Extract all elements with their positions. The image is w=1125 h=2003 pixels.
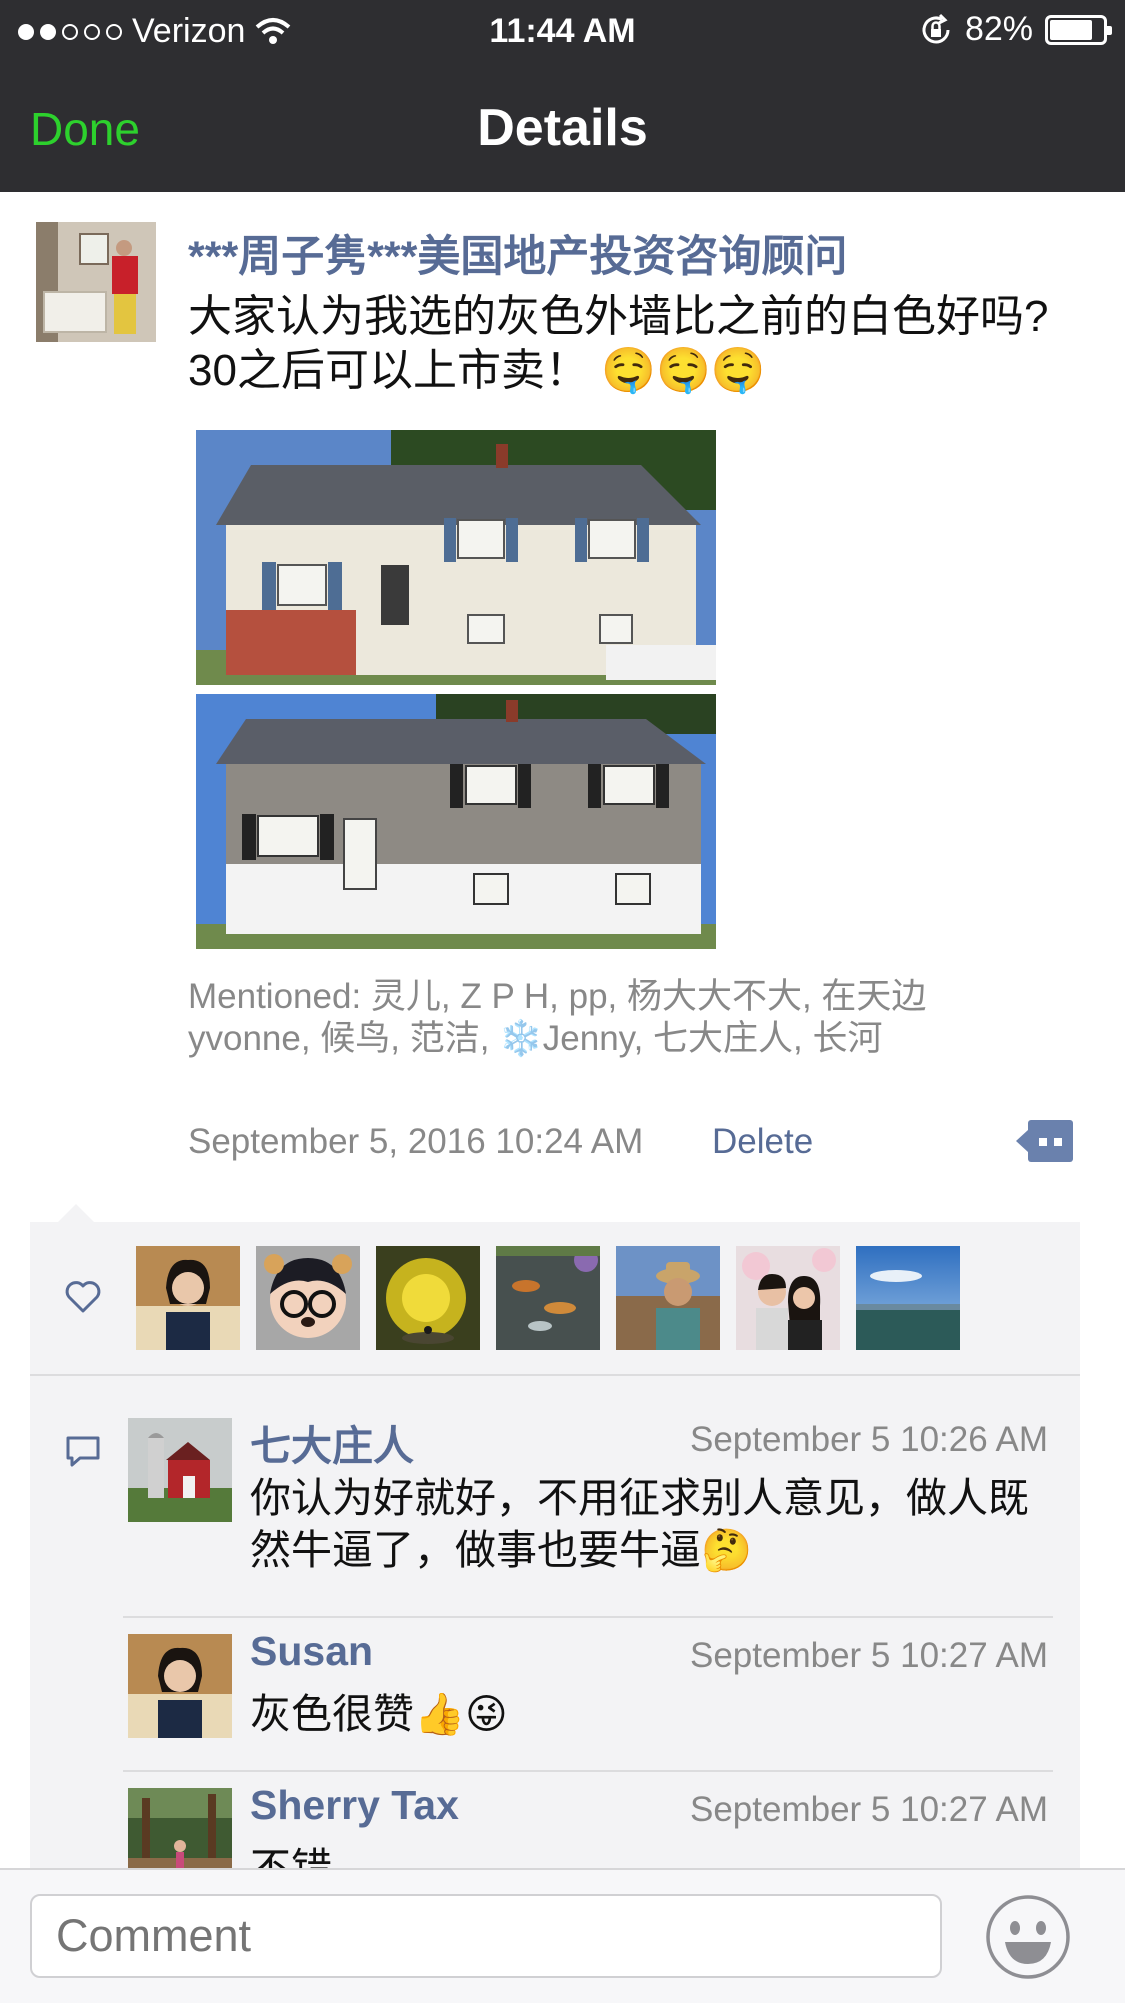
poster-avatar[interactable] <box>36 222 156 342</box>
navigation-bar: Done Details <box>0 64 1125 192</box>
post-timestamp: September 5, 2016 10:24 AM <box>188 1122 644 1161</box>
poster-name[interactable]: ***周子隽***美国地产投资咨询顾问 <box>188 222 847 284</box>
comment-time: September 5 10:27 AM <box>690 1636 1048 1675</box>
liker-avatar[interactable] <box>856 1246 960 1350</box>
comment-text: 你认为好就好，不用征求别人意见，做人既然牛逼了，做事也要牛逼🤔 <box>250 1475 1029 1573</box>
liker-avatar[interactable] <box>496 1246 600 1350</box>
comment-bar <box>0 1868 1125 2003</box>
heart-icon <box>65 1281 101 1313</box>
liker-avatar[interactable] <box>376 1246 480 1350</box>
comment-text: 灰色很赞👍😜 <box>250 1691 508 1737</box>
comment-input[interactable] <box>30 1894 942 1978</box>
comment-time: September 5 10:26 AM <box>690 1420 1048 1459</box>
commenter-avatar[interactable] <box>128 1418 232 1522</box>
post-text: 大家认为我选的灰色外墙比之前的白色好吗?30之后可以上市卖！ 🤤🤤🤤 <box>188 292 1049 395</box>
orientation-lock-icon <box>922 13 950 43</box>
page-title: Details <box>477 99 648 157</box>
battery-icon <box>1045 14 1112 45</box>
status-bar: Verizon 11:44 AM 82% <box>0 0 1125 64</box>
comment-time: September 5 10:27 AM <box>690 1790 1048 1829</box>
delete-button[interactable]: Delete <box>712 1122 813 1162</box>
status-right: 82% <box>919 10 1112 49</box>
mentioned-list: Mentioned: 灵儿, Z P H, pp, 杨大大不大, 在天边yvon… <box>188 977 927 1058</box>
comment-menu-icon[interactable] <box>1016 1120 1073 1162</box>
commenter-name[interactable]: Sherry Tax <box>250 1782 459 1829</box>
liker-avatar[interactable] <box>136 1246 240 1350</box>
post-photo-gray-house[interactable] <box>196 694 716 949</box>
liker-avatar[interactable] <box>256 1246 360 1350</box>
emoji-icon[interactable] <box>985 1894 1071 1980</box>
comment-divider <box>123 1616 1053 1618</box>
post-photo-white-house[interactable] <box>196 430 716 685</box>
commenter-name[interactable]: Susan <box>250 1628 373 1675</box>
comment-divider <box>123 1770 1053 1772</box>
liker-avatar[interactable] <box>736 1246 840 1350</box>
comment-bubble-icon <box>66 1436 100 1467</box>
likes-divider <box>30 1374 1080 1376</box>
commenter-name[interactable]: 七大庄人 <box>250 1412 414 1472</box>
commenter-avatar[interactable] <box>128 1634 232 1738</box>
liker-avatar[interactable] <box>616 1246 720 1350</box>
battery-percent: 82% <box>964 10 1033 48</box>
